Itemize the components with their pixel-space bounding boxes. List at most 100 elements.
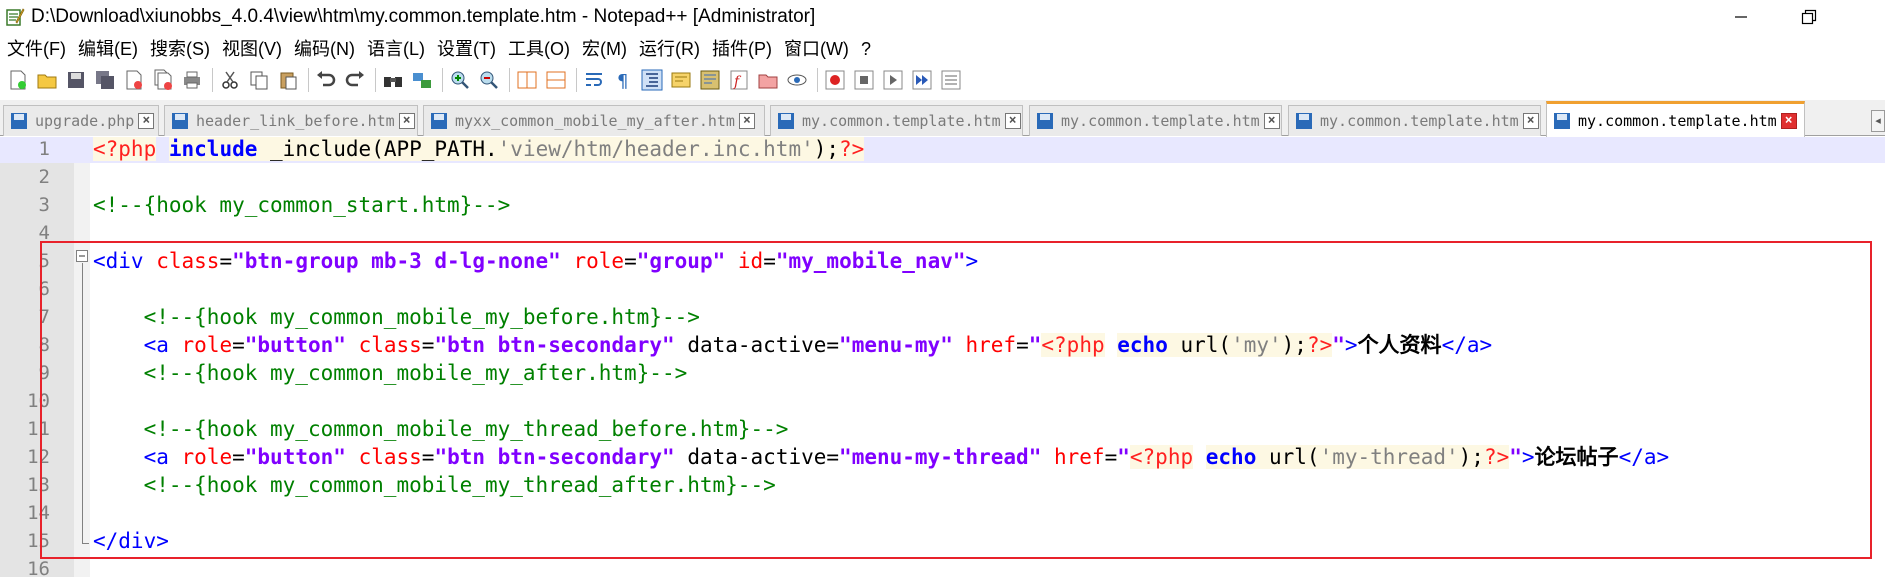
user-language-button[interactable] — [668, 67, 694, 93]
code-line[interactable]: 13 <!--{hook my_common_mobile_my_thread_… — [0, 471, 1885, 499]
code-line[interactable]: 8 <a role="button" class="btn btn-second… — [0, 331, 1885, 359]
code-editor[interactable]: 1 <?php include _include(APP_PATH.'view/h… — [0, 137, 1885, 577]
tab-close-button[interactable]: × — [138, 113, 155, 129]
code-line[interactable]: 15 </div> — [0, 527, 1885, 555]
code-line[interactable]: 3 <!--{hook my_common_start.htm}--> — [0, 191, 1885, 219]
menu-help[interactable]: ? — [861, 35, 871, 63]
menu-view[interactable]: 视图(V) — [222, 35, 282, 63]
code-token: ( — [1306, 445, 1320, 469]
menu-run[interactable]: 运行(R) — [639, 35, 700, 63]
code-line[interactable]: 10 — [0, 387, 1885, 415]
monitoring-button[interactable] — [784, 67, 810, 93]
code-line[interactable]: 9 <!--{hook my_common_mobile_my_after.ht… — [0, 359, 1885, 387]
code-token: </a> — [1618, 445, 1670, 469]
menu-encoding[interactable]: 编码(N) — [294, 35, 355, 63]
menu-macro[interactable]: 宏(M) — [582, 35, 627, 63]
print-button[interactable] — [179, 67, 205, 93]
code-token: </div> — [93, 529, 169, 553]
menu-tools[interactable]: 工具(O) — [508, 35, 570, 63]
save-all-button[interactable] — [92, 67, 118, 93]
fold-guide-line — [82, 263, 83, 544]
new-file-icon — [10, 70, 26, 90]
tab-close-button[interactable]: × — [1263, 113, 1280, 129]
tab-label: header_link_before.htm — [196, 112, 395, 130]
show-all-chars-button[interactable]: ¶ — [610, 67, 636, 93]
code-token: = — [826, 333, 840, 357]
tab-close-button[interactable]: × — [1004, 113, 1021, 129]
code-token: = — [421, 445, 435, 469]
copy-button[interactable] — [246, 67, 272, 93]
binoculars-icon — [384, 77, 402, 87]
tab-my-common-template-3[interactable]: my.common.template.htm × — [1288, 105, 1541, 136]
menu-edit[interactable]: 编辑(E) — [78, 35, 138, 63]
code-line[interactable]: 2 — [0, 163, 1885, 191]
code-line[interactable]: 7 <!--{hook my_common_mobile_my_before.h… — [0, 303, 1885, 331]
minimize-button[interactable] — [1718, 2, 1764, 32]
find-button[interactable] — [380, 67, 406, 93]
tab-close-button[interactable]: × — [1522, 113, 1539, 129]
close-button[interactable] — [121, 67, 147, 93]
code-line[interactable]: 1 <?php include _include(APP_PATH.'view/h… — [0, 137, 1885, 163]
folder-workspace-button[interactable] — [755, 67, 781, 93]
restore-icon — [1801, 9, 1817, 25]
doc-map-button[interactable] — [697, 67, 723, 93]
code-token: <?php — [93, 137, 157, 161]
tab-header-link-before[interactable]: header_link_before.htm × — [164, 105, 418, 136]
cut-button[interactable] — [217, 67, 243, 93]
menu-plugins[interactable]: 插件(P) — [712, 35, 772, 63]
function-list-button[interactable]: f — [726, 67, 752, 93]
tab-close-button[interactable]: × — [738, 113, 755, 129]
code-line[interactable]: 11 <!--{hook my_common_mobile_my_thread_… — [0, 415, 1885, 443]
zoom-in-button[interactable] — [447, 67, 473, 93]
code-line[interactable]: 6 — [0, 275, 1885, 303]
code-token: = — [1016, 333, 1029, 357]
tab-my-common-template-2[interactable]: my.common.template.htm × — [1029, 105, 1282, 136]
sync-vertical-button[interactable] — [514, 67, 540, 93]
word-wrap-button[interactable] — [581, 67, 607, 93]
close-all-button[interactable] — [150, 67, 176, 93]
line-code: <a role="button" class="btn btn-secondar… — [93, 331, 1492, 359]
code-token: " — [1332, 333, 1345, 357]
sync-horizontal-button[interactable] — [543, 67, 569, 93]
tab-upgrade-php[interactable]: upgrade.php × — [3, 105, 159, 136]
menu-window[interactable]: 窗口(W) — [784, 35, 849, 63]
paste-button[interactable] — [275, 67, 301, 93]
code-token: role — [573, 249, 625, 273]
replace-button[interactable] — [409, 67, 435, 93]
fold-toggle-button[interactable] — [76, 250, 88, 262]
menu-search[interactable]: 搜索(S) — [150, 35, 210, 63]
new-file-button[interactable] — [5, 67, 31, 93]
code-token: <div — [93, 249, 144, 273]
undo-button[interactable] — [313, 67, 339, 93]
menu-file[interactable]: 文件(F) — [7, 35, 66, 63]
redo-button[interactable] — [342, 67, 368, 93]
code-line[interactable]: 16 — [0, 555, 1885, 577]
code-line[interactable]: 14 — [0, 499, 1885, 527]
tab-close-button[interactable]: × — [398, 113, 415, 129]
stop-macro-button[interactable] — [851, 67, 877, 93]
save-button[interactable] — [63, 67, 89, 93]
code-line[interactable]: 5 <div class="btn-group mb-3 d-lg-none" r… — [0, 247, 1885, 275]
restore-button[interactable] — [1786, 2, 1832, 32]
tab-scroll-left-button[interactable]: ◂ — [1871, 110, 1885, 132]
code-token: = — [763, 249, 776, 273]
menu-language[interactable]: 语言(L) — [367, 35, 425, 63]
document-map-icon — [700, 70, 720, 90]
play-macro-button[interactable] — [880, 67, 906, 93]
run-macro-multiple-button[interactable] — [909, 67, 935, 93]
save-macro-button[interactable] — [938, 67, 964, 93]
code-token: <!--{hook my_common_mobile_my_thread_bef… — [143, 417, 789, 441]
code-line[interactable]: 4 — [0, 219, 1885, 247]
open-file-button[interactable] — [34, 67, 60, 93]
code-token: = — [232, 333, 245, 357]
code-line[interactable]: 12 <a role="button" class="btn btn-secon… — [0, 443, 1885, 471]
toolbar-separator — [212, 68, 213, 92]
tab-myxx-common-mobile-my-after[interactable]: myxx_common_mobile_my_after.htm × — [423, 105, 765, 136]
tab-close-button[interactable]: × — [1780, 112, 1797, 129]
zoom-out-button[interactable] — [476, 67, 502, 93]
indent-guide-button[interactable] — [639, 67, 665, 93]
tab-my-common-template-active[interactable]: my.common.template.htm × — [1546, 101, 1805, 137]
menu-settings[interactable]: 设置(T) — [437, 35, 496, 63]
tab-my-common-template-1[interactable]: my.common.template.htm × — [770, 105, 1023, 136]
record-macro-button[interactable] — [822, 67, 848, 93]
